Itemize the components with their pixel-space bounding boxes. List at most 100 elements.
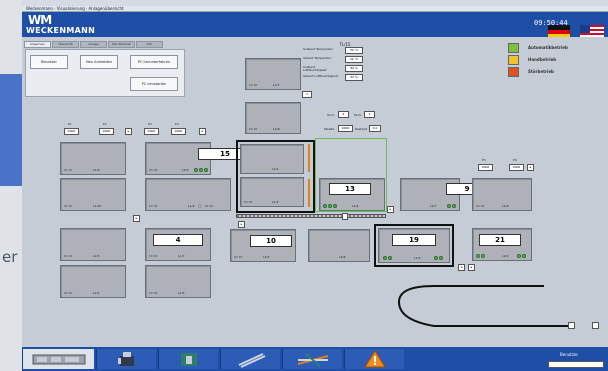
arrow-indicator[interactable]: ▸ (238, 221, 245, 228)
neu-anmelden-button[interactable]: Neu Anmelden (80, 55, 118, 69)
arrow-indicator[interactable]: ▸ (527, 164, 534, 171)
station-id: L1/9 (93, 168, 100, 172)
station-symbol: ▭▭ (244, 199, 254, 204)
station-symbol: ▭▭ (64, 203, 74, 208)
status-lights (323, 204, 337, 208)
pill-caption: E4 (175, 122, 179, 126)
station-symbol: ▭▭ (149, 290, 159, 295)
station-box[interactable]: ▭▭ L1/2 (240, 177, 304, 207)
pill-caption: E6 (513, 158, 517, 162)
order-number-box: 21 (479, 234, 521, 246)
track-end-marker[interactable] (592, 322, 599, 329)
fach-label: Fach (354, 113, 361, 117)
legend-swatch (508, 43, 519, 53)
tab-handbetrieb[interactable]: Handbetrieb (108, 41, 135, 48)
station-box[interactable]: ▭▭ L2/8 (472, 178, 532, 211)
station-id: L1/3 (414, 256, 421, 260)
station-symbol: ▭▭ (234, 254, 244, 259)
legend-label: Handbetrieb (528, 57, 557, 62)
arrow-indicator[interactable]: ▸ (133, 215, 140, 222)
weckenmann-logo-text: WECKENMANN (26, 26, 96, 35)
station-box[interactable]: ▭▭ L1/8 (245, 102, 301, 134)
legend-item: Automatikbetrieb (508, 43, 606, 55)
order-number-box: 19 (392, 234, 436, 246)
counter-pill: 0000 (478, 164, 493, 171)
station-box[interactable]: L2/6 (308, 229, 370, 262)
arrow-indicator[interactable]: ◂ (458, 264, 465, 271)
benutzer-button[interactable]: Benutzer (30, 55, 68, 69)
pill-caption: E1 (68, 122, 72, 126)
station-symbol: ▭▭ (64, 290, 74, 295)
station-symbol: ▭▭ (64, 253, 74, 258)
arrow-indicator[interactable]: ▸ (387, 206, 394, 213)
tab-info[interactable]: Info (136, 41, 163, 48)
station-id: L1/7 (178, 254, 185, 258)
bottom-toolbar: Benutzer (22, 347, 608, 371)
user-label: Benutzer (560, 352, 579, 357)
order-number-box: 4 (153, 234, 203, 246)
station-symbol: ○ ▭▭ (198, 203, 215, 208)
legend-item: Handbetrieb (508, 55, 606, 67)
mode-legend: Automatikbetrieb Handbetrieb Störbetrieb (508, 43, 606, 79)
tab-anlage[interactable]: Anlage (80, 41, 107, 48)
counter-pill: 0000 (509, 164, 524, 171)
door-indicator (308, 179, 310, 207)
background-accent (0, 74, 22, 186)
mesh-icon[interactable] (282, 349, 342, 369)
station-box[interactable]: ▭▭ L1/9 (60, 142, 126, 175)
station-id: L2/8 (502, 204, 509, 208)
station-id: L2/2 (182, 168, 189, 172)
turm-label: Turm (327, 113, 335, 117)
station-box[interactable]: ▭▭ L1/7 (245, 58, 301, 90)
station-box[interactable]: ▭▭ L1/10 (60, 178, 126, 211)
arrow-indicator[interactable]: ▸ (199, 128, 206, 135)
station-symbol: ▭▭ (149, 253, 159, 258)
user-field[interactable] (548, 361, 604, 368)
restzeit-value: 0.0 (369, 125, 381, 132)
station-symbol: ▭▭ (64, 167, 74, 172)
pill-caption: E3 (148, 122, 152, 126)
robot-icon[interactable] (96, 349, 156, 369)
station-id: L1/7 (273, 83, 280, 87)
station-box[interactable]: ▭▭ L1/5 (145, 265, 211, 298)
station-box[interactable]: ▭▭ L2/3 (60, 228, 126, 261)
counter-pill: 0000 (99, 128, 114, 135)
station-id: L2/9 (502, 254, 509, 258)
transfer-indicator[interactable]: ▭ (302, 91, 312, 98)
arrow-indicator[interactable]: ▸ (468, 264, 475, 271)
status-lights (434, 256, 443, 260)
status-lights (517, 254, 526, 258)
app-header: WM WECKENMANN 09:50:44 (22, 12, 608, 39)
station-box[interactable]: ▭▭ L2/1 (60, 265, 126, 298)
rail-carriage[interactable] (342, 213, 348, 220)
pc-neustarten-button[interactable]: PC neustarten (130, 77, 178, 91)
background-partial-text: er (2, 248, 18, 266)
pc-herunterfahren-button[interactable]: PC herunterfahren (130, 55, 178, 69)
tab-allgemein[interactable]: Allgemein (24, 41, 51, 48)
arrow-indicator[interactable]: ▸ (125, 128, 132, 135)
station-id: L2/1 (93, 291, 100, 295)
param-row: Istwert Luftfeuchtigkeit 22 % (303, 74, 387, 83)
station-box[interactable]: ▭▭ L1/4 ○ ▭▭ (145, 178, 231, 211)
legend-item: Störbetrieb (508, 67, 606, 79)
station-box[interactable]: L1/1 (240, 144, 304, 174)
machine-thumbnail-icon[interactable] (22, 349, 94, 369)
conveyor-rail (236, 214, 386, 218)
rebar-icon[interactable] (220, 349, 280, 369)
tab-bar: Allgemein Übersicht Anlage Handbetrieb I… (24, 41, 163, 49)
track-end-marker[interactable] (568, 322, 575, 329)
turm-value: 2 (338, 111, 349, 118)
station-icon[interactable] (158, 349, 218, 369)
screen-root: er Weckenmann · Visualisierung · Anlagen… (0, 0, 608, 371)
station-id: L1/2 (272, 200, 279, 204)
system-button-panel: Benutzer Neu Anmelden PC herunterfahren … (25, 49, 185, 97)
param-label: Sollwert Luftfeuchtigkeit (303, 65, 327, 73)
conveyor-loop-track (397, 285, 569, 327)
order-number-box: 10 (250, 235, 292, 247)
station-id: L1/4 (188, 204, 195, 208)
warning-icon[interactable] (344, 349, 404, 369)
station-symbol: ▭▭ (149, 167, 159, 172)
station-symbol: ▭▭ (249, 82, 259, 87)
station-symbol: ▭▭ (476, 203, 486, 208)
tab-uebersicht[interactable]: Übersicht (52, 41, 79, 48)
